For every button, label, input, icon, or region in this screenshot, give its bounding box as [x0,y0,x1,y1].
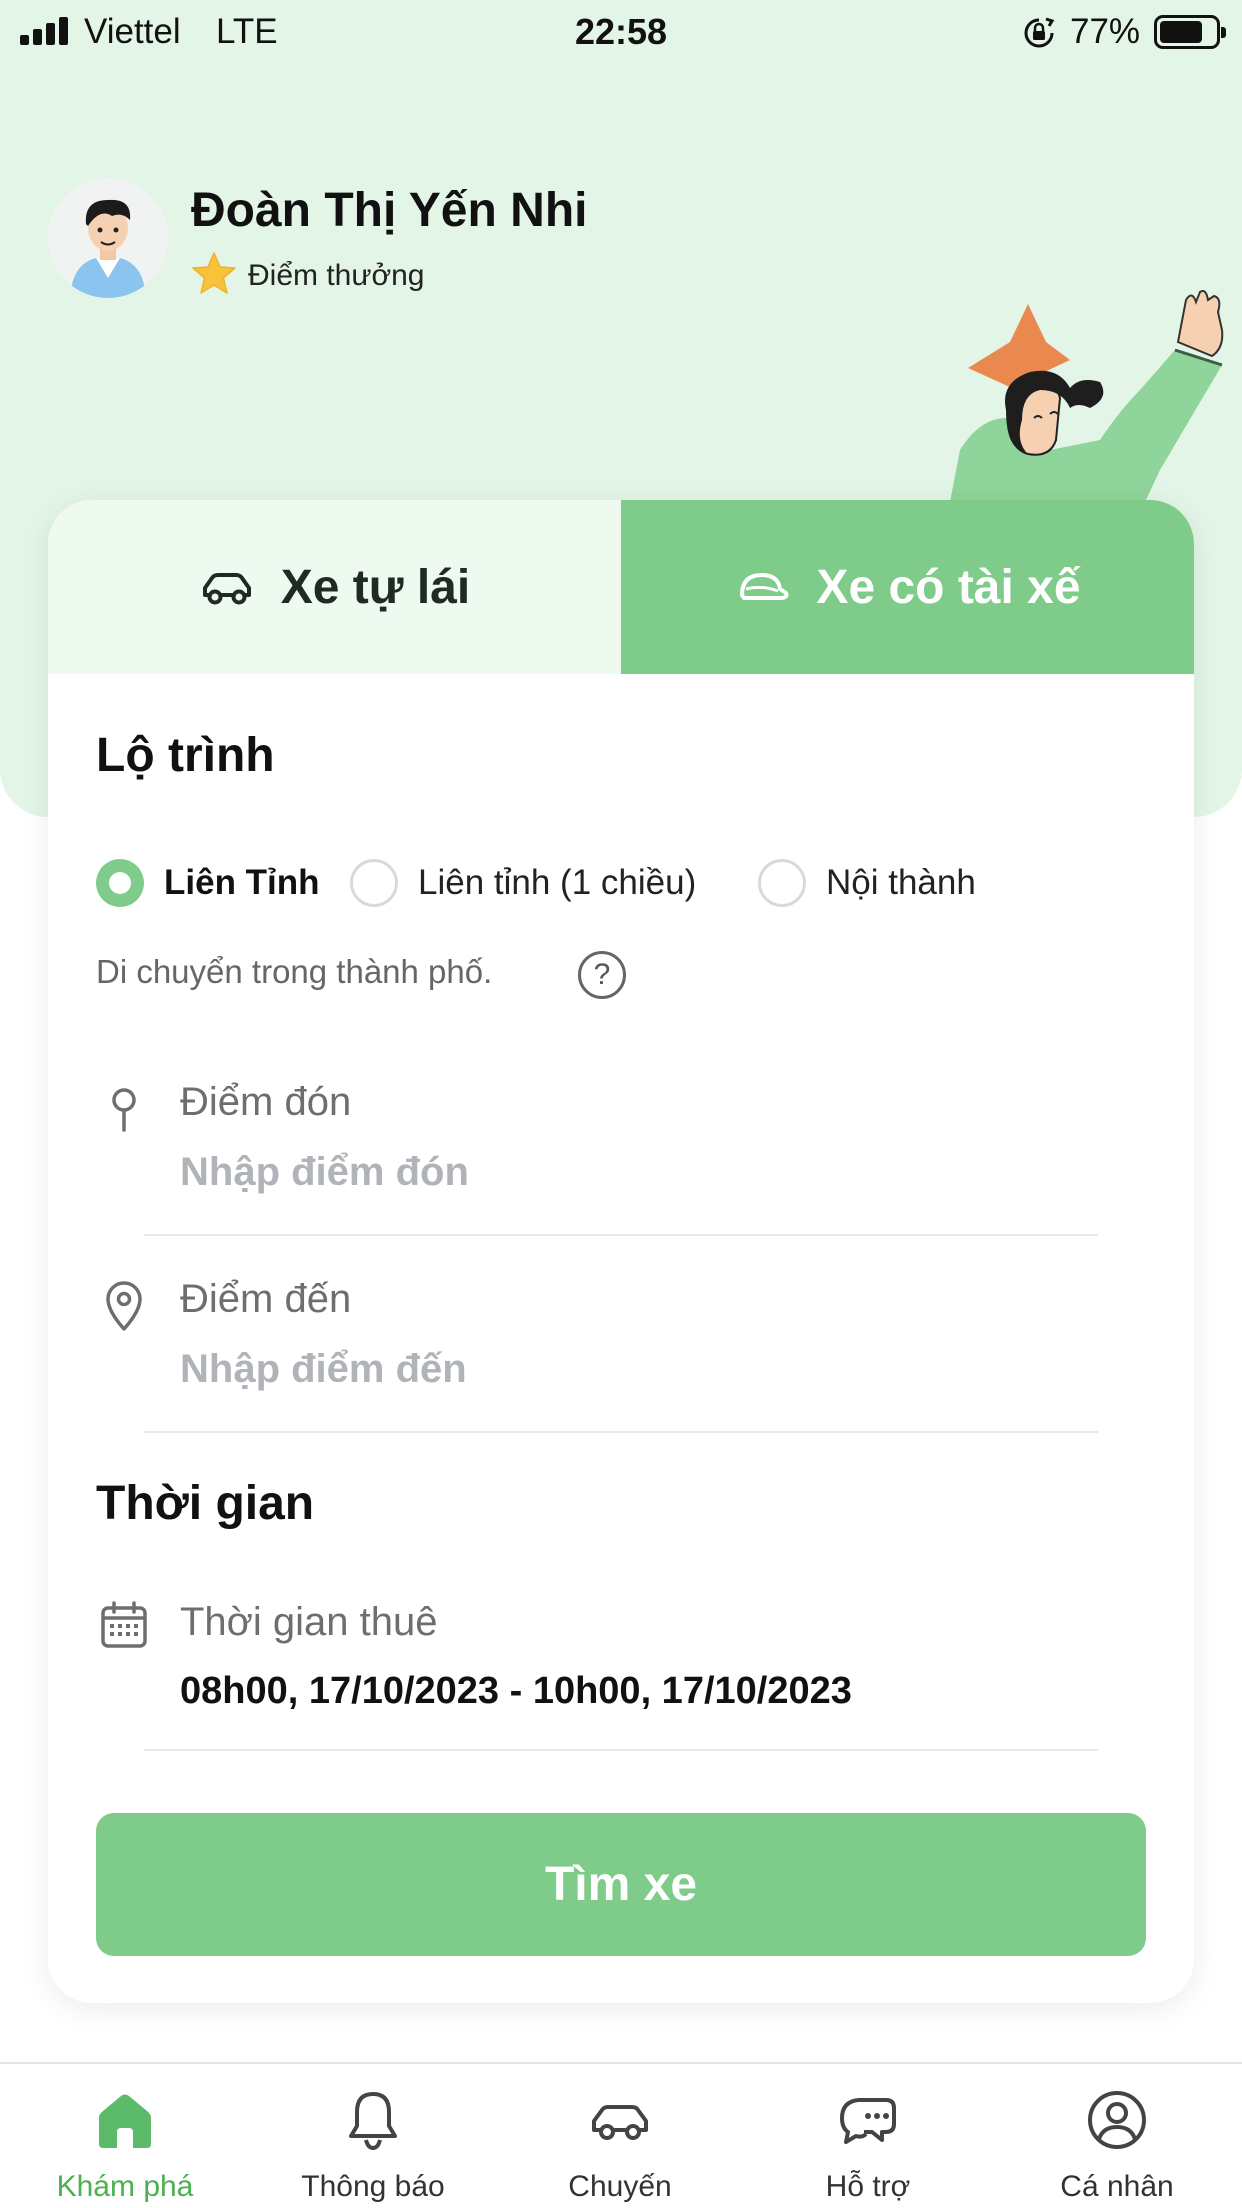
nav-item-chuyen[interactable]: Chuyến [510,2088,730,2204]
nav-label: Cá nhân [1060,2170,1174,2203]
pin-icon [112,1088,136,1132]
nav-item-thong-bao[interactable]: Thông báo [263,2088,483,2204]
tab-with-driver-label: Xe có tài xế [816,560,1081,614]
destination-input[interactable]: Nhập điểm đến [180,1347,467,1392]
battery-percent: 77% [1070,12,1141,51]
radio-lien-tinh[interactable]: Liên Tỉnh [96,858,320,908]
radio-lien-tinh-mot-chieu[interactable]: Liên tỉnh (1 chiều) [350,858,696,908]
radio-indicator [96,859,144,907]
nav-item-ho-tro[interactable]: Hỗ trợ [758,2088,978,2204]
pickup-label: Điểm đón [180,1080,352,1124]
radio-lien-tinh-mot-chieu-label: Liên tỉnh (1 chiều) [418,863,697,902]
divider [144,1431,1098,1433]
avatar-illustration [48,178,168,298]
rental-time-field[interactable]: Thời gian thuê 08h00, 17/10/2023 - 10h00… [96,1600,1098,1730]
radio-noi-thanh[interactable]: Nội thành [758,858,976,908]
nav-label: Khám phá [56,2170,194,2203]
home-icon [99,2094,151,2148]
bottom-nav: Khám phá Thông báo Chuyến Hỗ trợ Cá nhân [0,2062,1242,2208]
booking-card: Xe tự lái Xe có tài xế [48,500,1194,2003]
pickup-input[interactable]: Nhập điểm đón [180,1150,469,1195]
nav-label: Chuyến [568,2170,672,2203]
points-label[interactable]: Điểm thưởng [248,259,424,293]
search-car-button[interactable]: Tìm xe [96,1813,1146,1956]
driver-cap-icon [740,573,789,600]
calendar-icon [101,1601,147,1648]
tab-with-driver[interactable]: Xe có tài xế [621,500,1194,674]
nav-label: Thông báo [301,2170,445,2203]
destination-label: Điểm đến [180,1277,352,1321]
nav-item-ca-nhan[interactable]: Cá nhân [1007,2088,1227,2204]
radio-noi-thanh-label: Nội thành [826,863,976,902]
rotation-lock-icon [1024,17,1055,48]
rental-time-label: Thời gian thuê [180,1600,438,1644]
help-icon[interactable]: ? [578,951,626,999]
tab-self-drive[interactable]: Xe tự lái [48,500,621,674]
tab-self-drive-label: Xe tự lái [280,560,471,614]
route-hint: Di chuyển trong thành phố. [96,953,493,990]
star-icon [192,252,236,294]
nav-item-kham-pha[interactable]: Khám phá [15,2088,235,2204]
radio-indicator [350,859,398,907]
nav-label: Hỗ trợ [825,2170,911,2203]
car-icon [592,2105,648,2140]
divider [144,1749,1098,1751]
user-name: Đoàn Thị Yến Nhi [191,184,588,237]
battery-icon [1154,15,1226,49]
user-icon [1088,2091,1146,2149]
radio-lien-tinh-label: Liên Tỉnh [164,863,320,902]
avatar[interactable] [48,178,168,298]
location-pin-icon [106,1281,142,1331]
divider [144,1234,1098,1236]
chat-icon [840,2098,896,2144]
rental-time-value[interactable]: 08h00, 17/10/2023 - 10h00, 17/10/2023 [180,1670,852,1713]
pickup-field[interactable]: Điểm đón Nhập điểm đón [96,1080,1098,1230]
car-icon [202,573,251,605]
bell-icon [349,2092,397,2151]
status-bar: Viettel LTE 22:58 77% [0,0,1242,64]
celebration-illustration [950,290,1224,502]
destination-field[interactable]: Điểm đến Nhập điểm đến [96,1277,1098,1427]
time-title: Thời gian [96,1477,315,1530]
radio-indicator [758,859,806,907]
route-title: Lộ trình [96,729,275,782]
